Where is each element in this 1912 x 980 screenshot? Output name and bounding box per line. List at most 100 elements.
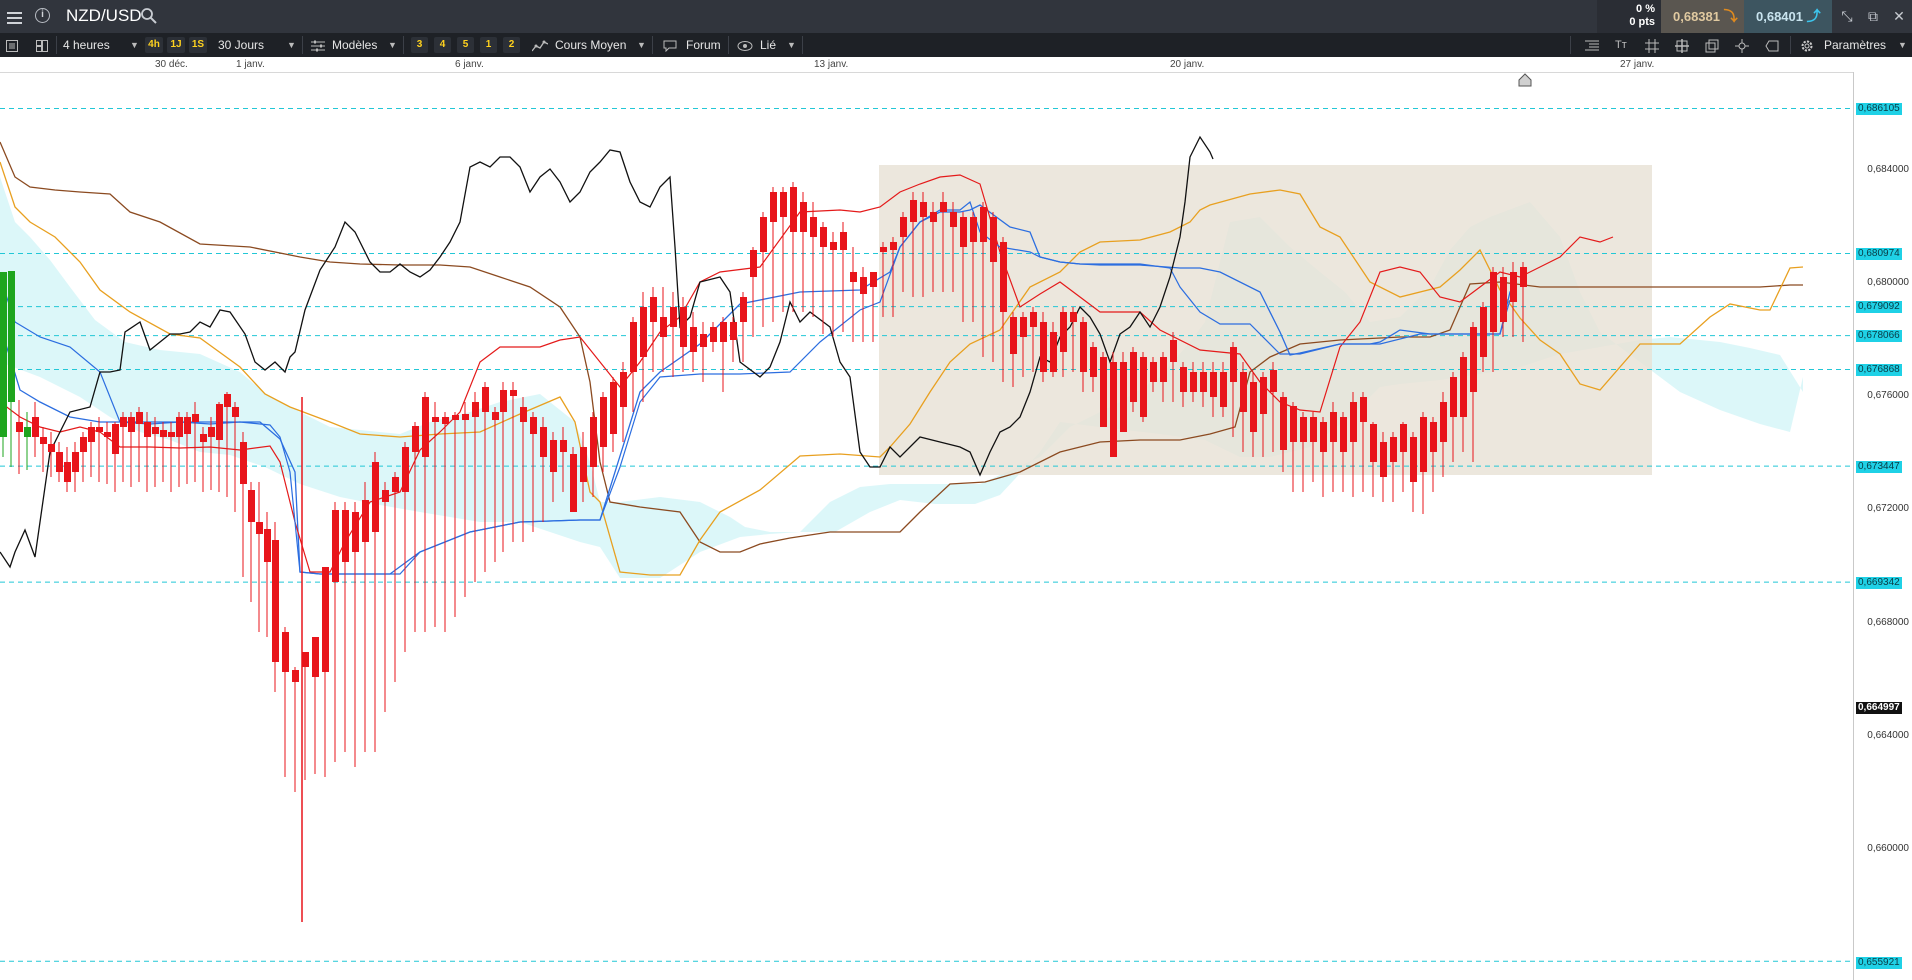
search-icon[interactable] (140, 7, 158, 28)
candle-body (1510, 272, 1517, 302)
candle-body (930, 212, 937, 222)
indicator-icon[interactable] (531, 33, 549, 57)
price-tick: 0,660000 (1867, 843, 1909, 854)
candle-body (1490, 272, 1497, 332)
candle-body (860, 277, 867, 294)
candle-body (1320, 422, 1327, 452)
candle-body (970, 217, 977, 242)
candle-body (256, 522, 263, 534)
eraser-icon[interactable] (1765, 33, 1779, 57)
candle-body (104, 432, 111, 437)
sell-price-button[interactable]: 0,68381 ⤵ (1661, 0, 1744, 33)
chip-model-2[interactable]: 2 (503, 37, 520, 53)
chip-1j[interactable]: 1J (167, 37, 185, 53)
timeframe-select[interactable]: 4 heures (63, 33, 110, 57)
candle-body (920, 202, 927, 217)
models-menu[interactable]: Modèles (332, 33, 377, 57)
copy-icon[interactable] (1705, 33, 1719, 57)
candle-body (1020, 317, 1027, 337)
level-label: 0,676868 (1856, 364, 1902, 376)
chip-model-1[interactable]: 1 (480, 37, 497, 53)
level-label: 0,678066 (1856, 330, 1902, 342)
time-label: 1 janv. (236, 59, 265, 70)
indent-icon[interactable] (1585, 33, 1599, 57)
candle-body (56, 452, 63, 472)
candle-body (112, 424, 119, 454)
chat-icon[interactable] (663, 33, 677, 57)
text-size-icon[interactable]: Tт (1615, 33, 1627, 57)
chip-model-4[interactable]: 4 (434, 37, 451, 53)
chip-model-3[interactable]: 3 (411, 37, 428, 53)
forum-button[interactable]: Forum (686, 33, 721, 57)
info-icon[interactable]: i (35, 8, 50, 23)
price-chart[interactable] (0, 72, 1853, 980)
instrument-symbol[interactable]: NZD/USD (66, 6, 142, 26)
link-menu[interactable]: Lié (760, 33, 776, 57)
candle-body (80, 437, 87, 452)
crosshair-icon[interactable] (1735, 33, 1749, 57)
candle-body (48, 444, 55, 452)
candle-body (1380, 442, 1387, 477)
candle-body (940, 202, 947, 212)
candle-body (1520, 267, 1527, 287)
price-axis: 0,684000 0,680000 0,676000 0,672000 0,66… (1853, 72, 1912, 980)
chip-model-5[interactable]: 5 (457, 37, 474, 53)
buy-price-button[interactable]: 0,68401 ⤴ (1744, 0, 1832, 33)
chevron-down-icon[interactable]: ▼ (287, 33, 296, 57)
home-icon[interactable] (1517, 72, 1533, 91)
candle-body (24, 427, 31, 437)
candle-body (0, 272, 7, 437)
chip-4h[interactable]: 4h (145, 37, 163, 53)
candle-body (560, 440, 567, 452)
candle-body (96, 427, 103, 432)
candle-body (610, 382, 617, 434)
minimize-icon[interactable]: ⤡ (1834, 0, 1860, 33)
candle-body (980, 207, 987, 242)
candle-body (990, 217, 997, 262)
grid-icon[interactable] (1645, 33, 1659, 57)
chip-1s[interactable]: 1S (189, 37, 207, 53)
candle-body (840, 232, 847, 250)
candle-body (492, 412, 499, 420)
candle-body (64, 462, 71, 482)
candle-body (700, 334, 707, 347)
layout-icon[interactable] (36, 33, 48, 57)
candle-body (1250, 382, 1257, 432)
gear-icon[interactable] (1800, 33, 1814, 57)
settings-menu[interactable]: Paramètres (1824, 33, 1886, 57)
candle-body (432, 417, 439, 422)
candle-body (152, 427, 159, 434)
candle-body (282, 632, 289, 672)
candle-body (790, 187, 797, 232)
chevron-down-icon[interactable]: ▼ (388, 33, 397, 57)
chevron-down-icon[interactable]: ▼ (130, 33, 139, 57)
sliders-icon[interactable] (311, 33, 325, 57)
crosshair-grid-icon[interactable] (1675, 33, 1689, 57)
chevron-down-icon[interactable]: ▼ (787, 33, 796, 57)
candle-body (1160, 357, 1167, 382)
time-label: 20 janv. (1170, 59, 1205, 70)
range-box (879, 165, 1652, 475)
indicator-menu[interactable]: Cours Moyen (555, 33, 626, 57)
candle-body (442, 417, 449, 424)
chevron-down-icon[interactable]: ▼ (637, 33, 646, 57)
candle-body (830, 242, 837, 250)
menu-icon[interactable] (2, 5, 26, 29)
candle-body (128, 417, 135, 432)
link-icon[interactable] (737, 33, 753, 57)
chevron-down-icon[interactable]: ▼ (1898, 33, 1907, 57)
candle-body (1080, 322, 1087, 372)
candle-body (192, 414, 199, 422)
candle-body (1450, 377, 1457, 417)
current-price-label: 0,664997 (1856, 702, 1902, 714)
range-select[interactable]: 30 Jours (218, 33, 264, 57)
price-tick: 0,676000 (1867, 390, 1909, 401)
change-box: 0 % 0 pts (1597, 0, 1661, 33)
candle-body (1010, 317, 1017, 354)
close-icon[interactable]: ✕ (1886, 0, 1912, 33)
candle-body (482, 387, 489, 412)
popout-icon[interactable]: ⧉ (1860, 0, 1886, 33)
candle-body (1270, 370, 1277, 392)
candle-body (1410, 437, 1417, 482)
list-icon[interactable] (6, 33, 18, 57)
